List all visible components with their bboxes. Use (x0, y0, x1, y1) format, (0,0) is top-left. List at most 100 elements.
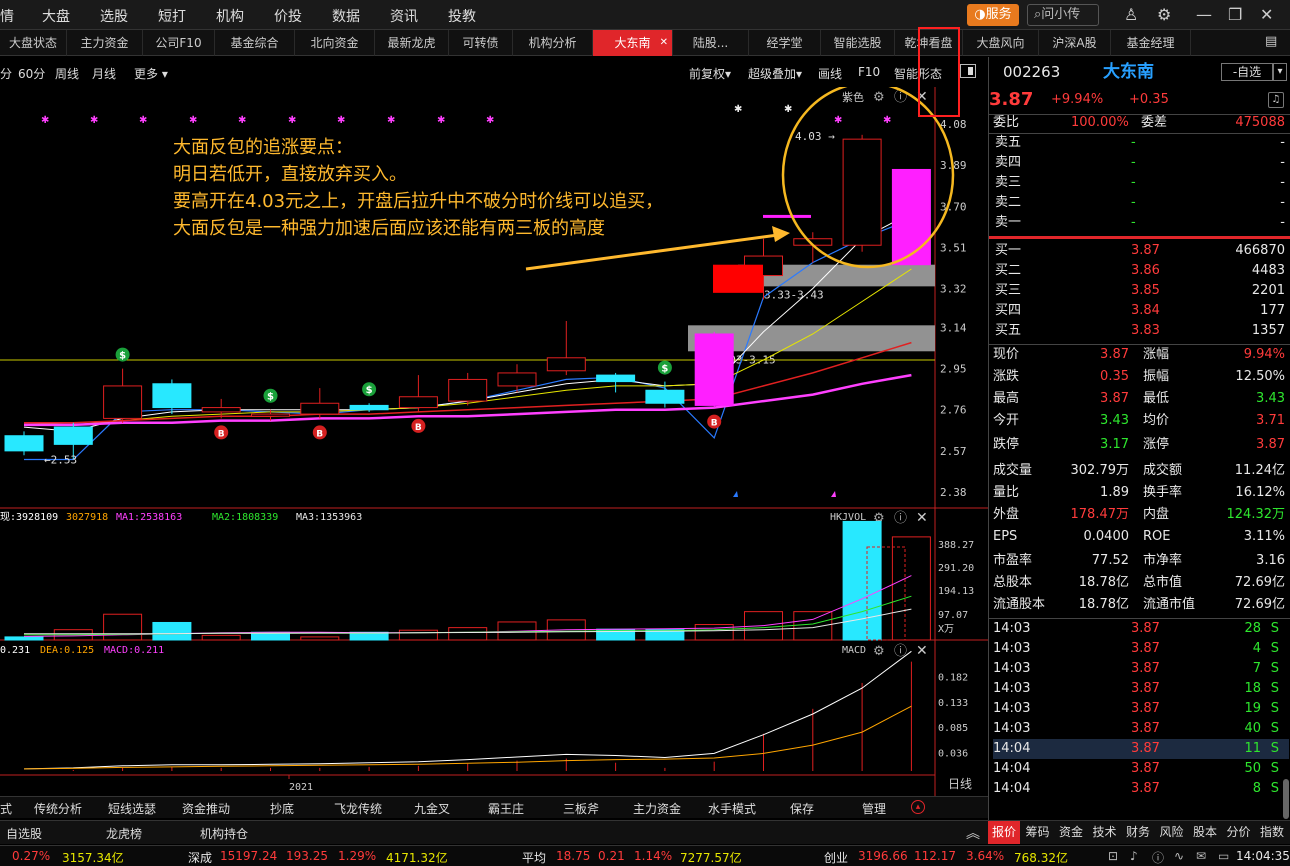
close-icon[interactable]: ✕ (916, 510, 928, 526)
order-book-row[interactable]: 卖三 - - (993, 173, 1289, 193)
window-icon[interactable]: ▭ (1218, 849, 1229, 863)
tab[interactable]: 大盘风向 (963, 30, 1039, 56)
chart-tool-button[interactable]: 前复权▾ (689, 65, 731, 82)
tab[interactable]: 大东南 ✕ (593, 30, 673, 56)
right-panel-tab[interactable]: 指数 (1256, 821, 1288, 844)
right-panel-tab[interactable]: 分价 (1223, 821, 1255, 844)
help-icon[interactable]: ⓘ (894, 511, 907, 526)
order-book-row[interactable]: 买一 3.87 466870 (993, 241, 1289, 261)
tab[interactable]: 北向资金 (295, 30, 375, 56)
bottom-tab[interactable]: 龙虎榜 (106, 825, 142, 842)
order-book-row[interactable]: 买五 3.83 1357 (993, 321, 1289, 341)
tick-row[interactable]: 14:04 3.87 11 S (993, 739, 1289, 759)
tab[interactable]: 经学堂 (749, 30, 821, 56)
tab[interactable]: 智能选股 (821, 30, 895, 56)
chart-tool-button[interactable]: 超级叠加▾ (748, 65, 802, 82)
order-book-row[interactable]: 卖一 - - (993, 213, 1289, 233)
info-icon[interactable]: ⓘ (1152, 849, 1164, 866)
right-panel-tab[interactable]: 技术 (1089, 821, 1121, 844)
tick-scrollbar[interactable] (1283, 779, 1289, 819)
order-book-row[interactable]: 买四 3.84 177 (993, 301, 1289, 321)
close-icon[interactable]: ✕ (1260, 5, 1273, 24)
search-input[interactable]: ⌕问小传 (1027, 4, 1099, 26)
help-icon[interactable]: ⓘ (894, 644, 907, 659)
menu-item[interactable]: 选股 (100, 6, 128, 26)
chart-tool-button[interactable]: 画线 (818, 65, 842, 82)
user-icon[interactable]: ♙ (1124, 5, 1138, 24)
maximize-icon[interactable]: ❐ (1228, 5, 1242, 24)
template-tab[interactable]: 主力资金 (633, 800, 681, 817)
order-book-row[interactable]: 卖五 - - (993, 133, 1289, 153)
expand-icon[interactable]: ▴ (911, 800, 925, 814)
lock-icon[interactable]: ⊡ (1108, 849, 1118, 863)
right-panel-tab[interactable]: 财务 (1122, 821, 1154, 844)
tick-row[interactable]: 14:04 3.87 8 S (993, 779, 1289, 799)
order-book-row[interactable]: 买三 3.85 2201 (993, 281, 1289, 301)
collapse-icon[interactable]: ︽ (966, 823, 980, 843)
tab[interactable]: 陆股... (673, 30, 749, 56)
template-tab[interactable]: 式 (0, 800, 12, 817)
tab[interactable]: 主力资金 (67, 30, 143, 56)
bell-icon[interactable]: ♪ (1130, 849, 1138, 863)
tick-row[interactable]: 14:03 3.87 40 S (993, 719, 1289, 739)
order-book-row[interactable]: 买二 3.86 4483 (993, 261, 1289, 281)
settings-icon[interactable]: ⚙ (873, 644, 885, 659)
template-tab[interactable]: 水手模式 (708, 800, 756, 817)
right-panel-tab[interactable]: 资金 (1055, 821, 1087, 844)
tab[interactable]: 乾坤看盘 (895, 30, 963, 56)
period-button[interactable]: 更多 ▾ (134, 65, 168, 82)
chart-tool-button[interactable]: 智能形态 (894, 65, 942, 82)
template-tab[interactable]: 三板斧 (563, 800, 599, 817)
service-button[interactable]: ◑服务 (967, 4, 1019, 26)
menu-item[interactable]: 短打 (158, 6, 186, 26)
period-button[interactable]: 月线 (92, 65, 116, 82)
menu-item[interactable]: 情 (0, 6, 14, 26)
period-button[interactable]: 分 (0, 65, 12, 82)
right-panel-tab[interactable]: 风险 (1156, 821, 1188, 844)
right-panel-tab[interactable]: 筹码 (1022, 821, 1054, 844)
tab[interactable]: 大盘状态 (0, 30, 67, 56)
order-book-row[interactable]: 卖四 - - (993, 153, 1289, 173)
trend-icon[interactable]: ∿ (1174, 849, 1184, 863)
template-tab[interactable]: 保存 (790, 800, 814, 817)
template-tab[interactable]: 资金推动 (182, 800, 230, 817)
tick-row[interactable]: 14:03 3.87 28 S (993, 619, 1289, 639)
order-book-row[interactable]: 卖二 - - (993, 193, 1289, 213)
alert-icon[interactable]: ♫ (1268, 92, 1284, 108)
close-icon[interactable]: ✕ (916, 643, 928, 659)
settings-icon[interactable]: ⚙ (873, 90, 885, 105)
template-tab[interactable]: 霸王庄 (488, 800, 524, 817)
tab[interactable]: 最新龙虎 (375, 30, 449, 56)
menu-item[interactable]: 投教 (448, 6, 476, 26)
watchlist-button[interactable]: -自选 (1221, 63, 1273, 81)
tick-row[interactable]: 14:03 3.87 7 S (993, 659, 1289, 679)
tab[interactable]: 机构分析 (513, 30, 593, 56)
template-tab[interactable]: 短线选瑟 (108, 800, 156, 817)
chevron-down-icon[interactable]: ▾ (1273, 63, 1287, 81)
grid-icon[interactable]: ▤ (1265, 34, 1277, 49)
menu-item[interactable]: 资讯 (390, 6, 418, 26)
settings-icon[interactable]: ⚙ (1157, 5, 1171, 24)
layout-toggle-icon[interactable] (960, 64, 976, 78)
tick-row[interactable]: 14:03 3.87 18 S (993, 679, 1289, 699)
tab[interactable]: 沪深A股 (1039, 30, 1111, 56)
period-button[interactable]: 周线 (55, 65, 79, 82)
tick-row[interactable]: 14:04 3.87 50 S (993, 759, 1289, 779)
tab[interactable]: 基金综合 (215, 30, 295, 56)
template-tab[interactable]: 抄底 (270, 800, 294, 817)
menu-item[interactable]: 大盘 (42, 6, 70, 26)
right-panel-tab[interactable]: 股本 (1189, 821, 1221, 844)
tick-row[interactable]: 14:03 3.87 4 S (993, 639, 1289, 659)
close-tab-icon[interactable]: ✕ (660, 30, 668, 56)
template-tab[interactable]: 管理 (862, 800, 886, 817)
bottom-tab[interactable]: 自选股 (6, 825, 42, 842)
tick-row[interactable]: 14:03 3.87 19 S (993, 699, 1289, 719)
tab[interactable]: 公司F10 (143, 30, 215, 56)
minimize-icon[interactable]: — (1196, 5, 1212, 24)
template-tab[interactable]: 九金叉 (414, 800, 450, 817)
bottom-tab[interactable]: 机构持仓 (200, 825, 248, 842)
template-tab[interactable]: 传统分析 (34, 800, 82, 817)
period-button[interactable]: 60分 (18, 65, 45, 82)
template-tab[interactable]: 飞龙传统 (334, 800, 382, 817)
menu-item[interactable]: 机构 (216, 6, 244, 26)
